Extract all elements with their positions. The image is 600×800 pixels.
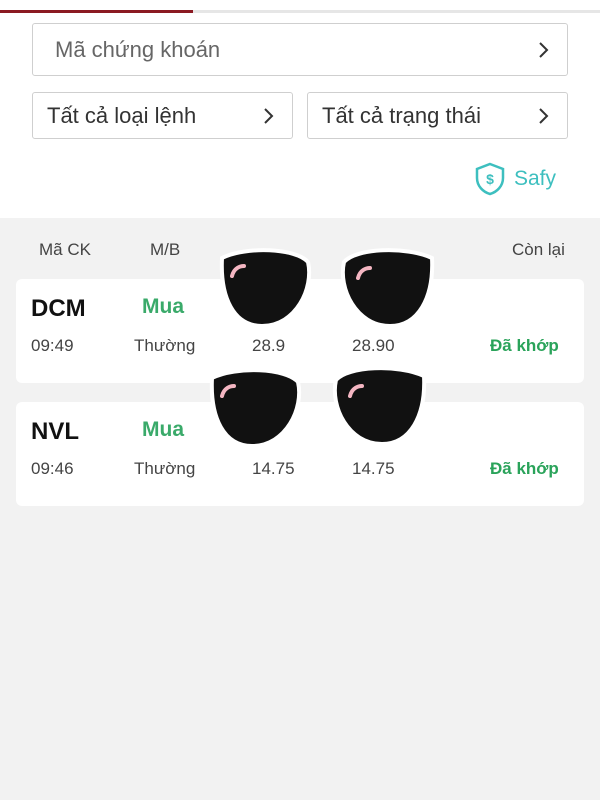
order-price: 28.9 [252, 336, 286, 355]
sunglasses-sticker-lens [340, 248, 436, 329]
order-status-label: Tất cả trạng thái [322, 102, 481, 128]
order-side: Mua [142, 295, 184, 318]
loading-progress [0, 10, 600, 13]
order-type: Thường [134, 336, 196, 355]
sunglasses-sticker-lens [332, 366, 428, 447]
order-side: Mua [142, 418, 184, 441]
filter-panel: Mã chứng khoán Tất cả loại lệnh Tất cả t… [0, 0, 600, 218]
sunglasses-sticker-lens [206, 368, 302, 449]
order-ticker: NVL [31, 418, 79, 445]
order-status: Đã khớp [490, 459, 559, 478]
column-header-remaining: Còn lại [512, 240, 565, 259]
chevron-right-icon [537, 107, 551, 125]
column-header-side: M/B [150, 240, 181, 259]
shield-dollar-icon: $ [474, 162, 506, 196]
order-matched-price: 28.90 [352, 336, 395, 355]
chevron-right-icon [537, 41, 551, 59]
sunglasses-sticker-lens [216, 248, 312, 329]
safy-button[interactable]: $ Safy [474, 162, 556, 196]
order-status: Đã khớp [490, 336, 559, 355]
order-matched-price: 14.75 [352, 459, 395, 478]
order-price: 14.75 [252, 459, 295, 478]
order-status-filter[interactable]: Tất cả trạng thái [307, 92, 568, 139]
order-time: 09:49 [31, 336, 74, 355]
column-header-ticker: Mã CK [39, 240, 91, 259]
stock-code-selector[interactable]: Mã chứng khoán [32, 23, 568, 76]
safy-label: Safy [514, 167, 557, 190]
loading-progress-fill [0, 10, 193, 13]
order-type-label: Tất cả loại lệnh [47, 102, 197, 128]
stock-code-placeholder: Mã chứng khoán [55, 36, 221, 62]
order-time: 09:46 [31, 459, 74, 478]
svg-text:$: $ [486, 171, 494, 187]
order-type: Thường [134, 459, 196, 478]
order-type-filter[interactable]: Tất cả loại lệnh [32, 92, 293, 139]
chevron-right-icon [262, 107, 276, 125]
order-ticker: DCM [31, 295, 86, 322]
